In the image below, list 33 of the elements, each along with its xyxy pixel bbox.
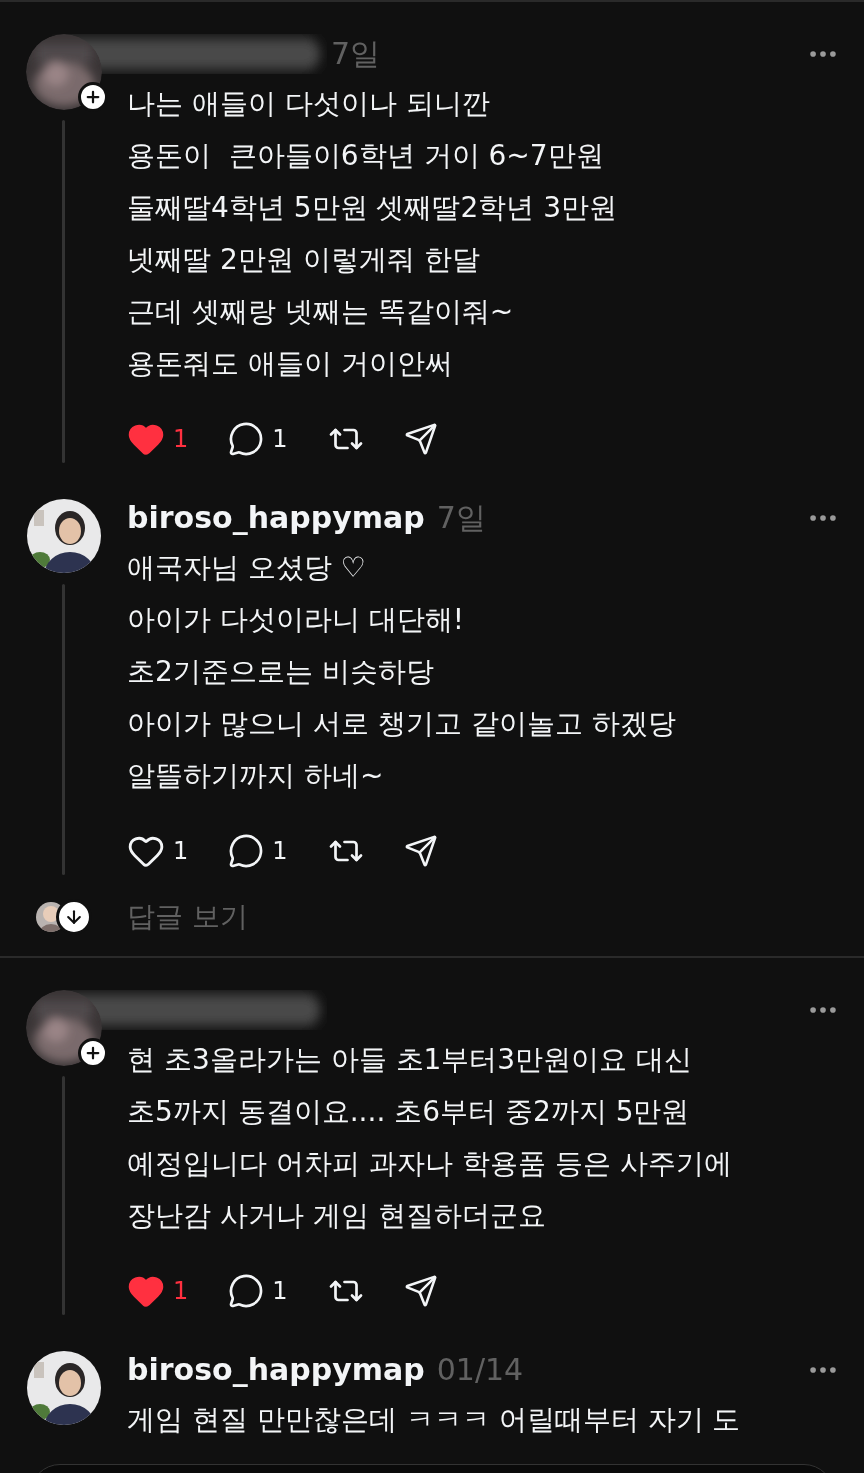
comment-text: 근데 셋째랑 넷째는 똑같이줘~ <box>127 294 515 330</box>
comment-icon[interactable] <box>228 421 265 457</box>
comment-text: 초2기준으로는 비슷하당 <box>127 654 435 690</box>
comment-text: 애국자님 오셨당 ♡ <box>127 550 367 586</box>
like-count: 1 <box>173 1276 189 1307</box>
comment-text: 현 초3올라가는 아들 초1부터3만원이요 대신 <box>127 1042 694 1078</box>
like-count: 1 <box>173 424 189 455</box>
comment-text: 둘째딸4학년 5만원 셋째딸2학년 3만원 <box>127 190 618 226</box>
comment-text: 넷째딸 2만원 이렇게줘 한달 <box>127 242 481 278</box>
comment-text: 아이가 많으니 서로 챙기고 같이놀고 하겠당 <box>127 706 677 742</box>
like-count: 1 <box>173 836 189 867</box>
comment-icon[interactable] <box>228 1273 265 1309</box>
comment-text: 게임 현질 만만찮은데 ㅋㅋㅋ 어릴때부터 자기 도 <box>127 1402 742 1438</box>
reply-count: 1 <box>272 836 288 867</box>
comment-text: 장난감 사거나 게임 현질하더군요 <box>127 1198 547 1234</box>
username[interactable]: biroso_happymap <box>127 1355 425 1385</box>
post-time: 01/14 <box>436 1355 524 1385</box>
comment-text: 초5까지 동결이요.... 초6부터 중2까지 5만원 <box>127 1094 691 1130</box>
share-icon[interactable] <box>403 1274 438 1308</box>
post-time: 7일 <box>331 39 381 69</box>
comment-text: 나는 애들이 다섯이나 되니깐 <box>127 86 491 122</box>
comment-text: 용돈이 큰아들이6학년 거이 6~7만원 <box>127 138 605 174</box>
reply-count: 1 <box>272 424 288 455</box>
comment-text: 알뜰하기까지 하네~ <box>127 758 385 794</box>
comment-text: 예정입니다 어차피 과자나 학용품 등은 사주기에 <box>127 1146 733 1182</box>
comment-text: 용돈줘도 애들이 거이안써 <box>127 346 454 382</box>
post-time: 7일 <box>436 503 486 533</box>
username[interactable]: biroso_happymap <box>127 503 425 533</box>
share-icon[interactable] <box>403 422 438 456</box>
reply-count: 1 <box>272 1276 288 1307</box>
comment-icon[interactable] <box>228 833 265 869</box>
share-icon[interactable] <box>403 834 438 868</box>
comment-text: 아이가 다섯이라니 대단해! <box>127 602 466 638</box>
